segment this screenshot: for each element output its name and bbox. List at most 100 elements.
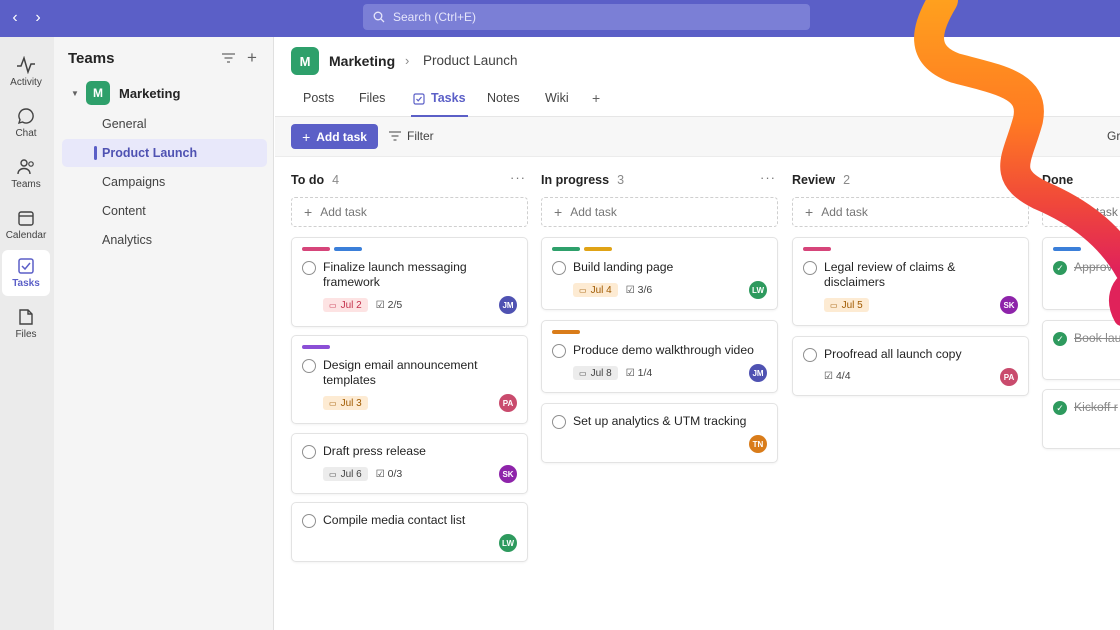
rail-label: Chat xyxy=(15,128,37,139)
task-card[interactable]: Draft press release ▭ Jul 6 ☑ 0/3 SK xyxy=(291,433,528,494)
assignee-avatar[interactable]: SK xyxy=(499,465,517,483)
tag-strip xyxy=(552,330,580,334)
add-task-inline[interactable]: + Add task xyxy=(291,197,528,227)
teams-icon xyxy=(17,159,34,175)
breadcrumb-channel: Product Launch xyxy=(423,53,518,68)
checklist-icon: ☑ xyxy=(375,468,385,480)
task-card[interactable]: Design email announcement templates ▭ Jul … xyxy=(291,335,528,424)
complete-circle-icon[interactable] xyxy=(302,514,316,528)
checklist-icon: ☑ xyxy=(625,367,635,379)
rail-chat[interactable]: Chat xyxy=(2,100,50,146)
assignee-avatar[interactable]: TN xyxy=(749,435,767,453)
calendar-icon: ▭ xyxy=(329,398,337,408)
channel-general[interactable]: General xyxy=(62,110,267,138)
add-task-inline[interactable]: + Add task xyxy=(541,197,778,227)
more-options-icon[interactable]: ··· xyxy=(760,170,776,185)
rail-teams[interactable]: Teams xyxy=(2,151,50,197)
label-tag xyxy=(552,330,580,334)
plus-icon: + xyxy=(304,204,313,220)
rail-calendar[interactable]: Calendar xyxy=(2,202,50,248)
column-header: Review 2 xyxy=(792,173,850,187)
completed-check-icon[interactable]: ✓ xyxy=(1053,401,1067,415)
due-date: Jul 4 xyxy=(590,284,612,296)
task-card[interactable]: Compile media contact list LW xyxy=(291,502,528,562)
task-title: Proofread all launch copy xyxy=(824,347,962,361)
search-icon xyxy=(373,11,385,23)
task-card[interactable]: Finalize launch messaging framework ▭ Jul … xyxy=(291,237,528,327)
complete-circle-icon[interactable] xyxy=(552,261,566,275)
complete-circle-icon[interactable] xyxy=(302,445,316,459)
column-count: 3 xyxy=(617,173,625,187)
tag-strip xyxy=(302,345,330,349)
filter-button[interactable]: Filter xyxy=(389,129,434,143)
channel-campaigns[interactable]: Campaigns xyxy=(62,168,267,196)
tab-notes[interactable]: Notes xyxy=(487,91,520,117)
due-date: Jul 3 xyxy=(340,397,362,409)
back-arrow-icon[interactable]: ‹ xyxy=(7,9,23,27)
due-date-badge: ▭ Jul 5 xyxy=(824,298,869,312)
breadcrumb-team[interactable]: Marketing xyxy=(329,53,395,69)
add-task-label: Add task xyxy=(821,205,868,219)
rail-tasks[interactable]: Tasks xyxy=(2,250,50,296)
column-title: Review xyxy=(792,173,836,187)
task-card[interactable]: Legal review of claims & disclaimers ▭ Jul… xyxy=(792,237,1029,326)
complete-circle-icon[interactable] xyxy=(552,415,566,429)
complete-circle-icon[interactable] xyxy=(302,359,316,373)
group-button[interactable]: Gr xyxy=(1107,129,1120,143)
task-card[interactable]: ✓ Approve xyxy=(1042,237,1120,310)
filter-icon[interactable] xyxy=(219,49,237,67)
activity-icon xyxy=(17,56,35,74)
add-tab-icon[interactable]: + xyxy=(592,90,600,106)
task-card[interactable]: Produce demo walkthrough video ▭ Jul 8 ☑ 1/4… xyxy=(541,320,778,393)
task-title: Kickoff r xyxy=(1074,400,1118,414)
team-marketing[interactable]: ▼ M Marketing xyxy=(64,81,264,105)
column-header: In progress 3 xyxy=(541,173,624,187)
tag-strip xyxy=(302,247,362,251)
due-date-badge: ▭ Jul 3 xyxy=(323,396,368,410)
label-tag xyxy=(302,247,330,251)
add-team-icon[interactable]: + xyxy=(243,48,261,67)
collapse-caret-icon[interactable]: ▼ xyxy=(64,89,86,98)
add-task-button[interactable]: + Add task xyxy=(291,124,378,149)
tab-files[interactable]: Files xyxy=(359,91,385,117)
task-card[interactable]: Build landing page ▭ Jul 4 ☑ 3/6 LW xyxy=(541,237,778,310)
forward-arrow-icon[interactable]: › xyxy=(30,9,46,27)
complete-circle-icon[interactable] xyxy=(302,261,316,275)
assignee-avatar[interactable]: LW xyxy=(749,281,767,299)
more-options-icon[interactable]: ··· xyxy=(1011,170,1027,185)
task-meta: ▭ Jul 3 xyxy=(323,396,368,410)
assignee-avatar[interactable]: JM xyxy=(499,296,517,314)
complete-circle-icon[interactable] xyxy=(803,348,817,362)
task-card[interactable]: ✓ Kickoff r xyxy=(1042,389,1120,449)
channel-product-launch[interactable]: Product Launch xyxy=(62,139,267,167)
task-title: Book lau xyxy=(1074,331,1120,345)
rail-files[interactable]: Files xyxy=(2,301,50,347)
column-count: 4 xyxy=(332,173,340,187)
completed-check-icon[interactable]: ✓ xyxy=(1053,332,1067,346)
complete-circle-icon[interactable] xyxy=(803,261,817,275)
channel-analytics[interactable]: Analytics xyxy=(62,226,267,254)
search-input[interactable]: Search (Ctrl+E) xyxy=(363,4,810,30)
channel-content[interactable]: Content xyxy=(62,197,267,225)
task-title: Legal review of claims & disclaimers xyxy=(824,260,956,289)
assignee-avatar[interactable]: PA xyxy=(1000,368,1018,386)
due-date: Jul 2 xyxy=(340,299,362,311)
add-task-inline[interactable]: + Add task xyxy=(1042,197,1120,227)
tab-tasks[interactable]: Tasks xyxy=(411,91,468,117)
complete-circle-icon[interactable] xyxy=(552,344,566,358)
assignee-avatar[interactable]: JM xyxy=(749,364,767,382)
task-card[interactable]: Set up analytics & UTM tracking TN xyxy=(541,403,778,463)
assignee-avatar[interactable]: LW xyxy=(499,534,517,552)
calendar-icon: ▭ xyxy=(579,368,587,378)
app-rail: Activity Chat Teams Calendar Tasks Files xyxy=(0,37,54,630)
assignee-avatar[interactable]: SK xyxy=(1000,296,1018,314)
tab-wiki[interactable]: Wiki xyxy=(545,91,569,117)
tab-posts[interactable]: Posts xyxy=(303,91,334,117)
completed-check-icon[interactable]: ✓ xyxy=(1053,261,1067,275)
task-card[interactable]: Proofread all launch copy ☑ 4/4 PA xyxy=(792,336,1029,396)
assignee-avatar[interactable]: PA xyxy=(499,394,517,412)
add-task-inline[interactable]: + Add task xyxy=(792,197,1029,227)
rail-activity[interactable]: Activity xyxy=(2,49,50,95)
task-card[interactable]: ✓ Book lau xyxy=(1042,320,1120,380)
more-options-icon[interactable]: ··· xyxy=(510,170,526,185)
